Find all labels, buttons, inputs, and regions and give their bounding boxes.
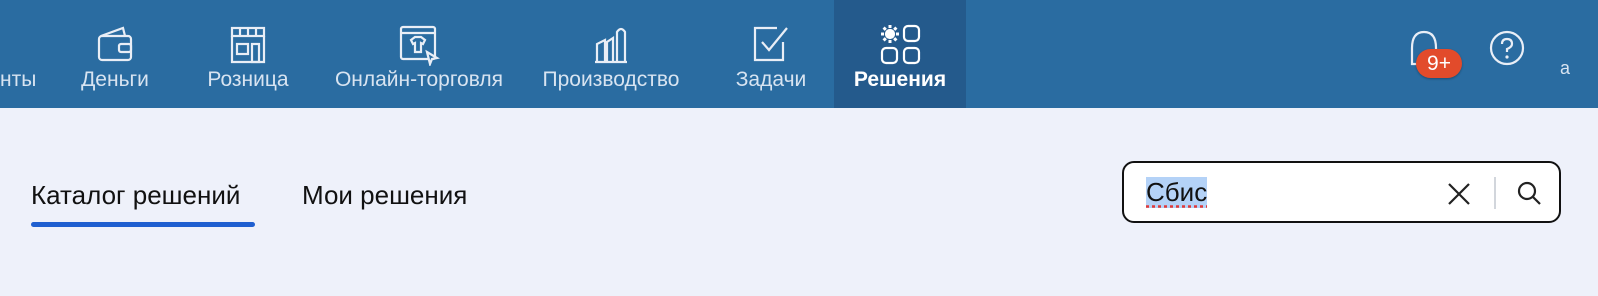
search-divider [1494,177,1496,209]
online-store-icon [397,22,441,68]
notifications-count-badge: 9+ [1416,49,1462,78]
solutions-icon [878,22,922,66]
top-navigation-bar: нты Деньги Розница Онлайн-торговля Произ… [0,0,1598,108]
nav-item-label: Решения [853,68,947,91]
nav-item-tasks[interactable]: Задачи [712,0,830,108]
search-icon[interactable] [1516,180,1542,206]
account-name-edge[interactable]: а [1560,58,1570,79]
search-field[interactable]: Сбис [1122,161,1561,223]
nav-item-retail[interactable]: Розница [185,0,311,108]
search-input[interactable]: Сбис [1146,177,1208,208]
tab-solutions-catalog[interactable]: Каталог решений [31,180,240,211]
nav-item-money[interactable]: Деньги [50,0,180,108]
tab-my-solutions[interactable]: Мои решения [302,180,467,211]
nav-item-contacts[interactable]: нты [0,0,48,108]
nav-item-label: Задачи [735,68,807,91]
factory-icon [589,22,633,66]
clear-icon[interactable] [1446,181,1472,207]
tasks-icon [749,22,793,66]
nav-item-production[interactable]: Производство [530,0,692,108]
nav-item-solutions[interactable]: Решения [834,0,966,108]
store-icon [226,22,270,66]
nav-item-online-trade[interactable]: Онлайн-торговля [328,0,510,108]
help-icon[interactable] [1489,30,1525,66]
nav-item-label: Розница [207,68,289,91]
nav-item-label: Производство [542,68,680,91]
wallet-icon [93,22,137,66]
nav-item-label: Деньги [81,68,149,91]
active-tab-indicator [31,222,255,227]
nav-item-label: Онлайн-торговля [334,68,504,91]
nav-item-label: нты [0,68,37,91]
